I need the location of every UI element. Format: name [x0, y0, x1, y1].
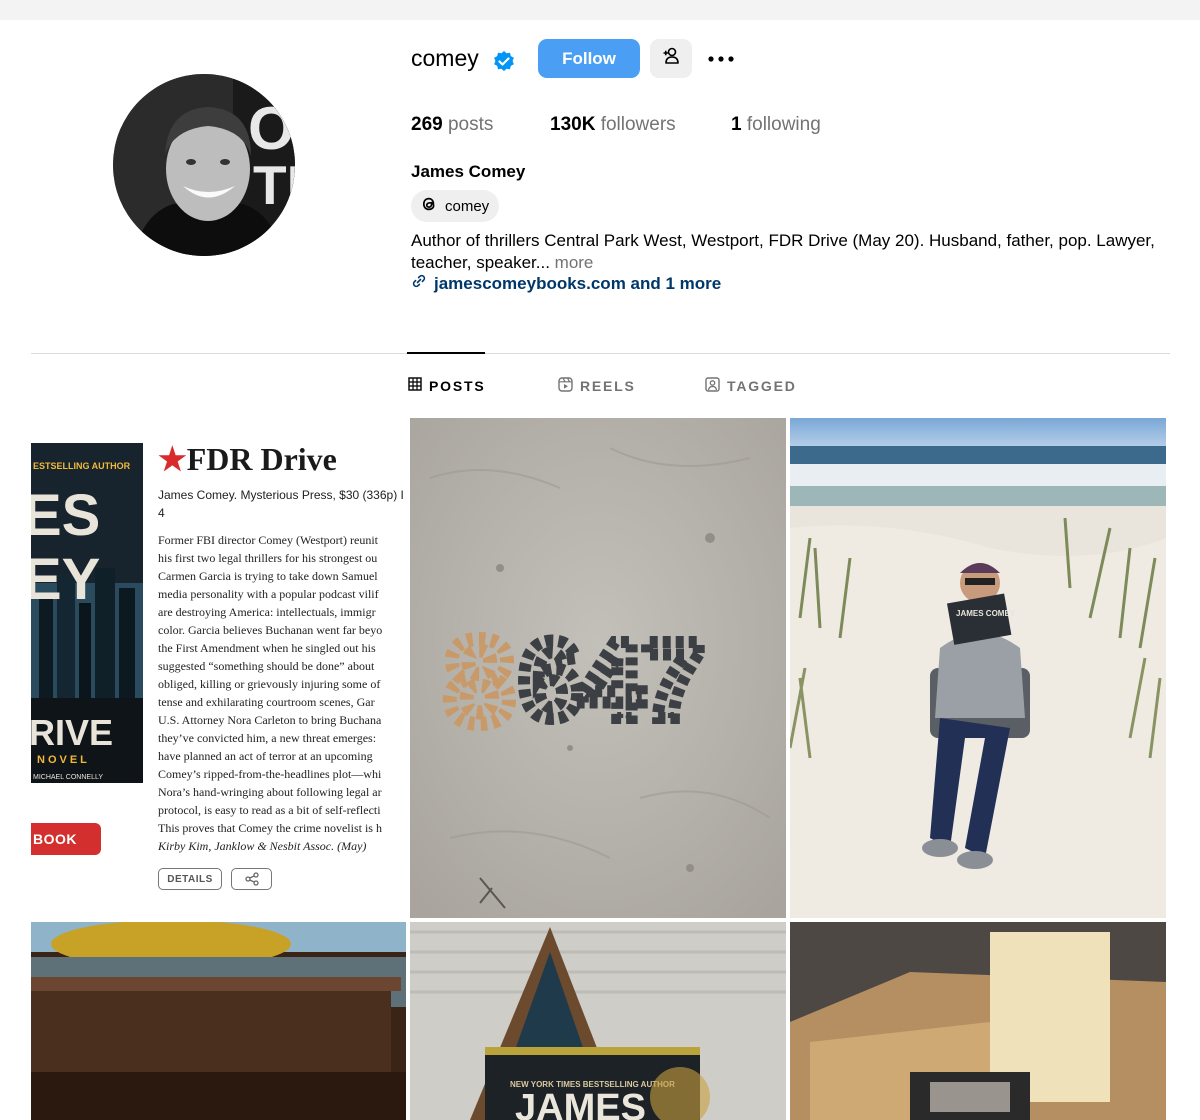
bio-text: Author of thrillers Central Park West, W…: [411, 231, 1155, 272]
cover-title-line1: ES: [31, 483, 100, 548]
following-stat[interactable]: 1 following: [731, 114, 821, 136]
profile-username: comey: [411, 45, 479, 71]
svg-text:O: O: [248, 95, 295, 162]
profile-external-link[interactable]: jamescomeybooks.com and 1 more: [411, 273, 721, 294]
more-options-icon: [707, 50, 735, 68]
book-cover-name: JAMES: [515, 1087, 646, 1120]
book-button: BOOK: [31, 823, 101, 855]
svg-text:TE: TE: [253, 154, 295, 216]
sand-digit-8: 8: [446, 615, 513, 749]
star-icon: ★: [158, 441, 187, 477]
followers-count: 130K: [550, 114, 596, 135]
post-shipping-box[interactable]: [790, 922, 1166, 1120]
tab-posts[interactable]: POSTS: [408, 377, 485, 394]
sand-digits-647: 647: [520, 619, 704, 742]
active-tab-indicator: [407, 352, 485, 354]
post-flag-and-book[interactable]: NEW YORK TIMES BESTSELLING AUTHOR JAMES: [410, 922, 786, 1120]
cover-top-text: ESTSELLING AUTHOR: [33, 461, 131, 471]
followers-stat[interactable]: 130K followers: [550, 114, 676, 136]
more-options-button[interactable]: [702, 45, 740, 73]
post-sand-shells[interactable]: 8 647: [410, 418, 786, 918]
post-beach-reading[interactable]: JAMES COMEY: [790, 418, 1166, 918]
review-headline: ★FDR Drive: [158, 440, 337, 478]
cover-title-line3: RIVE: [31, 712, 113, 753]
post-review-fdr-drive[interactable]: ESTSELLING AUTHOR ES EY RIVE NOVEL MICHA…: [31, 418, 406, 918]
share-icon: [231, 868, 272, 890]
cover-blurb-author: MICHAEL CONNELLY: [33, 774, 103, 781]
reels-icon: [558, 377, 573, 395]
profile-avatar[interactable]: O TE: [113, 74, 295, 256]
review-body-text: Former FBI director Comey (Westport) reu…: [158, 533, 383, 835]
threads-icon: [419, 194, 439, 218]
profile-full-name: James Comey: [411, 162, 526, 181]
review-meta: James Comey. Mysterious Press, $30 (336p…: [158, 486, 406, 522]
threads-link-pill[interactable]: comey: [411, 190, 500, 222]
followers-label: followers: [600, 114, 676, 135]
add-person-icon: [661, 46, 681, 71]
verified-badge-icon: [492, 50, 516, 74]
browser-top-strip: [0, 0, 1200, 20]
cover-novel-text: NOVEL: [37, 754, 90, 766]
post-trophy-base[interactable]: [31, 922, 406, 1120]
cover-title-line2: EY: [31, 547, 100, 612]
review-title: FDR Drive: [186, 441, 337, 477]
profile-bio: Author of thrillers Central Park West, W…: [411, 230, 1171, 274]
posts-count-stat: 269 posts: [411, 114, 493, 136]
posts-count: 269: [411, 114, 443, 135]
threads-handle: comey: [445, 197, 490, 215]
review-agent-line: Kirby Kim, Janklow & Nesbit Assoc. (May): [158, 839, 367, 853]
tab-reels-label: REELS: [580, 378, 636, 394]
posts-label: posts: [447, 114, 494, 135]
tab-tagged[interactable]: TAGGED: [705, 377, 797, 395]
following-count: 1: [731, 114, 742, 135]
review-meta-line2: 4: [158, 506, 165, 520]
details-button: DETAILS: [158, 868, 222, 890]
follow-button[interactable]: Follow: [538, 39, 640, 78]
link-icon: [411, 273, 427, 294]
tagged-icon: [705, 377, 720, 395]
tab-reels[interactable]: REELS: [558, 377, 636, 395]
external-link-text: jamescomeybooks.com and 1 more: [434, 273, 722, 293]
tab-posts-label: POSTS: [429, 377, 486, 394]
following-label: following: [746, 114, 821, 135]
reader-book-title: JAMES COMEY: [956, 609, 1016, 618]
suggested-accounts-button[interactable]: [650, 39, 692, 78]
grid-icon: [408, 377, 422, 394]
tab-tagged-label: TAGGED: [727, 378, 797, 394]
review-meta-line: James Comey. Mysterious Press, $30 (336p…: [158, 488, 404, 502]
book-cover-fdr-drive: ESTSELLING AUTHOR ES EY RIVE NOVEL MICHA…: [31, 443, 143, 783]
bio-more-link[interactable]: more: [555, 253, 594, 272]
tabs-divider: [31, 353, 1170, 354]
review-body: Former FBI director Comey (Westport) reu…: [158, 531, 406, 861]
